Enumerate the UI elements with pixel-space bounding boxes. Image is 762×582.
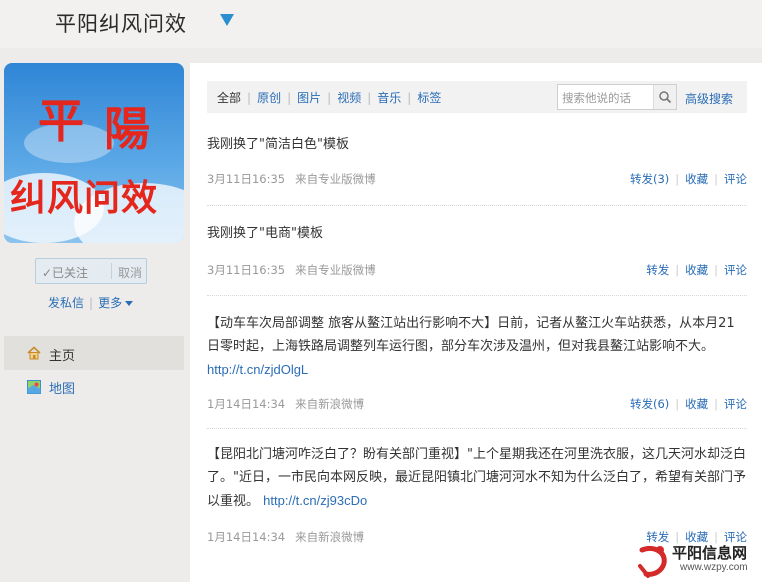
advanced-search-link[interactable]: 高级搜索 bbox=[685, 90, 733, 107]
forward-button[interactable]: 转发 bbox=[646, 263, 669, 277]
post-text: 【昆阳北门塘河咋泛白了？盼有关部门重视】"上个星期我还在河里洗衣服，这几天河水却… bbox=[207, 443, 747, 513]
tab-music[interactable]: 音乐 bbox=[377, 91, 401, 105]
divider: | bbox=[407, 91, 412, 105]
post-meta: 3月11日16:35 来自专业版微博 转发 | 收藏 | 评论 bbox=[207, 262, 747, 278]
divider: | bbox=[675, 397, 680, 411]
post-source: 来自新浪微博 bbox=[295, 530, 365, 544]
sidebar-item-home[interactable]: 主页 bbox=[4, 336, 184, 370]
feed-post: 【昆阳北门塘河咋泛白了？盼有关部门重视】"上个星期我还在河里洗衣服，这几天河水却… bbox=[207, 443, 747, 544]
divider: | bbox=[714, 397, 718, 411]
sidebar-item-map[interactable]: 地图 bbox=[4, 372, 184, 402]
post-meta: 1月14日14:34 来自新浪微博 转发(6) | 收藏 | 评论 bbox=[207, 396, 747, 412]
follow-status: ✓已关注 取消 bbox=[35, 258, 147, 284]
post-actions: 转发 | 收藏 | 评论 bbox=[646, 262, 747, 278]
avatar[interactable]: 平 陽 纠风问效 bbox=[4, 63, 184, 243]
divider bbox=[111, 263, 112, 279]
post-divider bbox=[207, 428, 747, 429]
post-divider bbox=[207, 205, 747, 206]
forward-button[interactable]: 转发(6) bbox=[630, 397, 669, 411]
post-time[interactable]: 3月11日16:35 bbox=[207, 263, 285, 277]
watermark-url: www.wzpy.com bbox=[680, 562, 748, 573]
post-time[interactable]: 3月11日16:35 bbox=[207, 172, 285, 186]
profile-actions: 发私信 | 更多 bbox=[48, 294, 134, 311]
post-text-body: 【动车车次局部调整 旅客从鳌江站出行影响不大】日前，记者从鳌江火车站获悉，从本月… bbox=[207, 316, 735, 354]
followed-label: ✓已关注 bbox=[42, 266, 89, 280]
watermark-name: 平阳信息网 bbox=[672, 544, 748, 562]
post-text: 我刚换了"简洁白色"模板 bbox=[207, 137, 349, 152]
chevron-down-icon[interactable] bbox=[220, 14, 234, 26]
avatar-text: 纠风问效 bbox=[10, 178, 159, 219]
search-button[interactable] bbox=[653, 85, 676, 109]
post-source: 来自新浪微博 bbox=[295, 397, 365, 411]
forward-button[interactable]: 转发(3) bbox=[630, 172, 669, 186]
send-message-link[interactable]: 发私信 bbox=[48, 296, 84, 310]
tab-tags[interactable]: 标签 bbox=[417, 91, 441, 105]
feed-post: 我刚换了"电商"模板 3月11日16:35 来自专业版微博 转发 | 收藏 | 评论 bbox=[207, 222, 747, 277]
sidebar-item-label: 主页 bbox=[49, 349, 76, 364]
watermark-logo-icon bbox=[638, 545, 667, 578]
post-time[interactable]: 1月14日14:34 bbox=[207, 397, 285, 411]
post-link[interactable]: http://t.cn/zj93cDo bbox=[263, 493, 367, 508]
page-title: 平阳纠风问效 bbox=[55, 12, 187, 36]
filter-bar: 全部 | 原创 | 图片 | 视频 | 音乐 | 标签 搜索他说的话 高级搜索 bbox=[207, 81, 747, 113]
post-divider bbox=[207, 295, 747, 296]
search-input[interactable]: 搜索他说的话 bbox=[562, 90, 656, 106]
home-icon bbox=[27, 346, 41, 360]
post-actions: 转发(6) | 收藏 | 评论 bbox=[630, 396, 747, 412]
divider: | bbox=[247, 91, 252, 105]
comment-button[interactable]: 评论 bbox=[724, 263, 747, 277]
feed-post: 【动车车次局部调整 旅客从鳌江站出行影响不大】日前，记者从鳌江火车站获悉，从本月… bbox=[207, 312, 747, 411]
avatar-text: 平 bbox=[38, 94, 84, 148]
chevron-down-icon bbox=[125, 301, 134, 306]
divider: | bbox=[675, 172, 680, 186]
divider: | bbox=[675, 263, 680, 277]
feed-post: 我刚换了"简洁白色"模板 3月11日16:35 来自专业版微博 转发(3) | 收藏 |… bbox=[207, 133, 747, 186]
post-text: 【动车车次局部调整 旅客从鳌江站出行影响不大】日前，记者从鳌江火车站获悉，从本月… bbox=[207, 312, 747, 382]
divider: | bbox=[714, 172, 718, 186]
post-link[interactable]: http://t.cn/zjdOlgL bbox=[207, 362, 308, 377]
more-label: 更多 bbox=[98, 296, 123, 310]
feed-panel: 全部 | 原创 | 图片 | 视频 | 音乐 | 标签 搜索他说的话 高级搜索 我刚换了"简洁白色"… bbox=[190, 63, 762, 582]
watermark: 平阳信息网 www.wzpy.com bbox=[632, 540, 762, 582]
sidebar-item-label: 地图 bbox=[49, 382, 76, 397]
more-menu-button[interactable]: 更多 bbox=[98, 296, 134, 310]
top-header: 平阳纠风问效 bbox=[0, 0, 762, 48]
post-meta: 3月11日16:35 来自专业版微博 转发(3) | 收藏 | 评论 bbox=[207, 171, 747, 187]
favorite-button[interactable]: 收藏 bbox=[685, 172, 708, 186]
tab-original[interactable]: 原创 bbox=[257, 91, 281, 105]
search-icon bbox=[659, 91, 672, 104]
comment-button[interactable]: 评论 bbox=[724, 172, 747, 186]
tab-video[interactable]: 视频 bbox=[337, 91, 361, 105]
divider: | bbox=[367, 91, 372, 105]
post-time[interactable]: 1月14日14:34 bbox=[207, 530, 285, 544]
post-actions: 转发(3) | 收藏 | 评论 bbox=[630, 171, 747, 187]
comment-button[interactable]: 评论 bbox=[724, 397, 747, 411]
divider: | bbox=[89, 296, 94, 310]
divider: | bbox=[287, 91, 292, 105]
post-text: 我刚换了"电商"模板 bbox=[207, 226, 323, 241]
search-box: 搜索他说的话 bbox=[557, 84, 677, 110]
favorite-button[interactable]: 收藏 bbox=[685, 397, 708, 411]
tab-images[interactable]: 图片 bbox=[297, 91, 321, 105]
post-source: 来自专业版微博 bbox=[295, 172, 376, 186]
divider: | bbox=[714, 263, 718, 277]
avatar-text: 陽 bbox=[104, 102, 150, 156]
tab-all[interactable]: 全部 bbox=[217, 91, 241, 105]
unfollow-button[interactable]: 取消 bbox=[118, 264, 142, 281]
favorite-button[interactable]: 收藏 bbox=[685, 263, 708, 277]
divider: | bbox=[327, 91, 332, 105]
post-source: 来自专业版微博 bbox=[295, 263, 376, 277]
filter-tabs: 全部 | 原创 | 图片 | 视频 | 音乐 | 标签 bbox=[217, 89, 441, 106]
map-icon bbox=[27, 380, 41, 394]
